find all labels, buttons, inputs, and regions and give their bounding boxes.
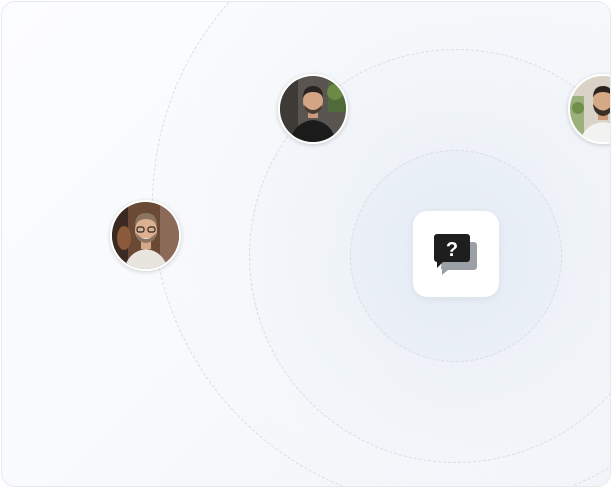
question-mark-glyph: ? xyxy=(446,239,458,261)
illustration-card: ? xyxy=(1,1,611,487)
person-photo-icon xyxy=(112,202,179,269)
question-chat-icon: ? xyxy=(434,234,477,275)
avatar-top xyxy=(278,74,348,144)
person-photo-icon xyxy=(570,76,610,142)
avatar-left xyxy=(110,200,181,271)
center-tile: ? xyxy=(413,211,499,297)
person-photo-icon xyxy=(280,76,346,142)
